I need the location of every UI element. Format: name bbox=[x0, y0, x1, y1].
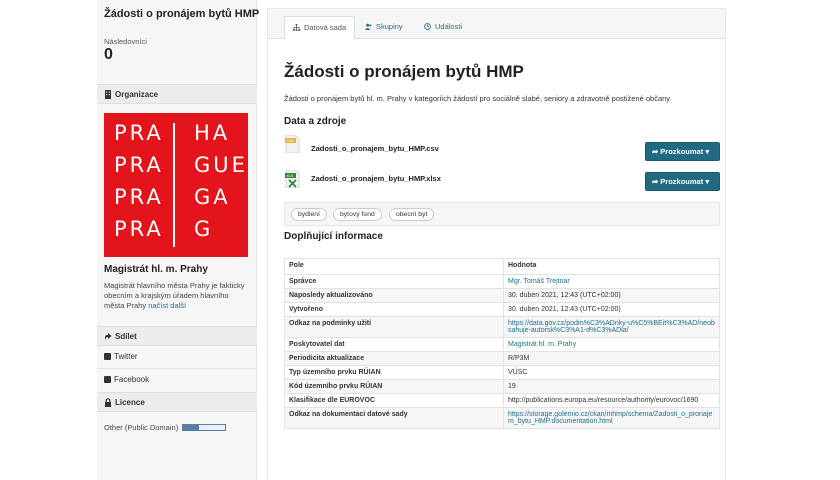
field-name: Odkaz na podmínky užití bbox=[284, 316, 504, 338]
table-row: Typ územního prvku RÚIAN VÚSC bbox=[284, 365, 720, 380]
logo-row: PRA G bbox=[114, 217, 214, 241]
column-header: Pole bbox=[284, 258, 504, 275]
field-name: Typ územního prvku RÚIAN bbox=[284, 365, 504, 380]
twitter-icon bbox=[104, 353, 111, 360]
lock-icon bbox=[105, 398, 111, 407]
field-value-link[interactable]: https://data.gov.cz/podm%C3%ADnky-u%C5%B… bbox=[503, 316, 720, 338]
followers-label: Následovníci bbox=[104, 37, 147, 46]
field-name: Odkaz na dokumentaci datové sady bbox=[284, 407, 504, 429]
organization-name: Magistrát hl. m. Prahy bbox=[104, 264, 208, 275]
dataset-title: Žádosti o pronájem bytů HMP bbox=[104, 8, 260, 20]
logo-row: PRA HA bbox=[114, 121, 231, 145]
share-icon bbox=[105, 333, 112, 340]
field-value: 30. duben 2021, 12:43 (UTC+02:00) bbox=[503, 302, 720, 317]
table-row: Správce Mgr. Tomáš Trejtnar bbox=[284, 274, 720, 289]
field-name: Kód územního prvku RÚIAN bbox=[284, 379, 504, 394]
field-name: Periodicita aktualizace bbox=[284, 351, 504, 366]
table-row: Klasifikace dle EUROVOC http://publicati… bbox=[284, 393, 720, 408]
tab-bar: Datová sada Skupiny Události bbox=[268, 9, 725, 39]
tab-dataset[interactable]: Datová sada bbox=[284, 16, 356, 39]
tag-item[interactable]: bydlení bbox=[291, 208, 327, 221]
resource-link-csv[interactable]: Zadosti_o_pronajem_bytu_HMP.csv bbox=[311, 144, 439, 153]
field-name: Správce bbox=[284, 274, 504, 289]
share-twitter-link[interactable]: Twitter bbox=[104, 352, 138, 361]
resource-link-xlsx[interactable]: Zadosti_o_pronajem_bytu_HMP.xlsx bbox=[311, 174, 441, 183]
read-more-link[interactable]: načíst další bbox=[148, 301, 186, 310]
share-section-header: Sdílet bbox=[97, 326, 257, 346]
share-arrow-icon: ➦ bbox=[652, 177, 659, 186]
share-facebook-link[interactable]: Facebook bbox=[104, 375, 149, 384]
badge-mark bbox=[183, 425, 200, 430]
followers-count: 0 bbox=[104, 46, 113, 63]
field-value: R/P3M bbox=[503, 351, 720, 366]
table-row: Poskytovatel dat Magistrát hl. m. Prahy bbox=[284, 337, 720, 352]
field-value-link[interactable]: Magistrát hl. m. Prahy bbox=[503, 337, 720, 352]
svg-text:XLS: XLS bbox=[287, 174, 294, 178]
tag-list: bydlení bytový fond obecní byt bbox=[284, 202, 720, 226]
clock-icon bbox=[424, 23, 431, 30]
field-value-link[interactable]: https://storage.golemio.cz/ckan/mhmp/sch… bbox=[503, 407, 720, 429]
svg-text:CSV: CSV bbox=[287, 139, 295, 143]
field-name: Poskytovatel dat bbox=[284, 337, 504, 352]
field-value: http://publications.europa.eu/resource/a… bbox=[503, 393, 720, 408]
additional-info-heading: Doplňující informace bbox=[284, 231, 383, 242]
field-value-link[interactable]: Mgr. Tomáš Trejtnar bbox=[503, 274, 720, 289]
field-name: Vytvořeno bbox=[284, 302, 504, 317]
explore-button-xlsx[interactable]: ➦ Prozkoumat ▾ bbox=[645, 172, 720, 191]
sitemap-icon bbox=[293, 24, 300, 31]
organization-logo[interactable]: PRA HA PRA GUE PRA GA PRA G bbox=[104, 113, 248, 257]
license-header-label: Licence bbox=[115, 398, 145, 407]
organization-description: Magistrát hlavního města Prahy je faktic… bbox=[104, 281, 245, 310]
tab-events[interactable]: Události bbox=[416, 16, 470, 39]
tag-item[interactable]: obecní byt bbox=[389, 208, 435, 221]
field-value: 30. duben 2021, 12:43 (UTC+02:00) bbox=[503, 288, 720, 303]
table-header-row: Pole Hodnota bbox=[284, 258, 720, 275]
page-title: Žádosti o pronájem bytů HMP bbox=[284, 62, 524, 81]
table-row: Kód územního prvku RÚIAN 19 bbox=[284, 379, 720, 394]
xls-file-icon: XLS bbox=[285, 170, 300, 188]
table-row: Odkaz na dokumentaci datové sady https:/… bbox=[284, 407, 720, 429]
explore-button-csv[interactable]: ➦ Prozkoumat ▾ bbox=[645, 142, 720, 161]
tag-item[interactable]: bytový fond bbox=[333, 208, 382, 221]
csv-file-icon: CSV bbox=[285, 135, 300, 153]
share-arrow-icon: ➦ bbox=[652, 147, 659, 156]
table-row: Odkaz na podmínky užití https://data.gov… bbox=[284, 316, 720, 338]
column-header: Hodnota bbox=[503, 258, 720, 275]
open-data-badge[interactable] bbox=[182, 424, 227, 431]
facebook-icon bbox=[104, 376, 111, 383]
building-icon bbox=[105, 90, 111, 99]
main-content: Datová sada Skupiny Události Žádosti o p… bbox=[267, 8, 726, 480]
organization-header-label: Organizace bbox=[115, 90, 159, 99]
license-text[interactable]: Other (Public Domain) bbox=[104, 423, 178, 432]
logo-row: PRA GA bbox=[114, 185, 231, 209]
tab-groups[interactable]: Skupiny bbox=[357, 16, 411, 39]
logo-divider bbox=[173, 123, 175, 247]
table-row: Vytvořeno 30. duben 2021, 12:43 (UTC+02:… bbox=[284, 302, 720, 317]
field-name: Naposledy aktualizováno bbox=[284, 288, 504, 303]
field-value: VÚSC bbox=[503, 365, 720, 380]
table-row: Naposledy aktualizováno 30. duben 2021, … bbox=[284, 288, 720, 303]
dataset-notes: Žádosti o pronájem bytů hl. m. Prahy v k… bbox=[284, 94, 671, 103]
table-row: Periodicita aktualizace R/P3M bbox=[284, 351, 720, 366]
field-name: Klasifikace dle EUROVOC bbox=[284, 393, 504, 408]
field-value: 19 bbox=[503, 379, 720, 394]
additional-info-table: Pole Hodnota Správce Mgr. Tomáš Trejtnar… bbox=[284, 258, 720, 429]
sidebar: Žádosti o pronájem bytů HMP Následovníci… bbox=[97, 0, 260, 480]
divider bbox=[97, 368, 257, 369]
users-icon bbox=[365, 23, 372, 30]
logo-row: PRA GUE bbox=[114, 153, 248, 177]
share-header-label: Sdílet bbox=[115, 332, 137, 341]
organization-section-header: Organizace bbox=[97, 84, 257, 104]
resources-heading: Data a zdroje bbox=[284, 116, 347, 127]
license-section-header: Licence bbox=[97, 392, 257, 412]
license-info: Other (Public Domain) bbox=[104, 423, 227, 432]
